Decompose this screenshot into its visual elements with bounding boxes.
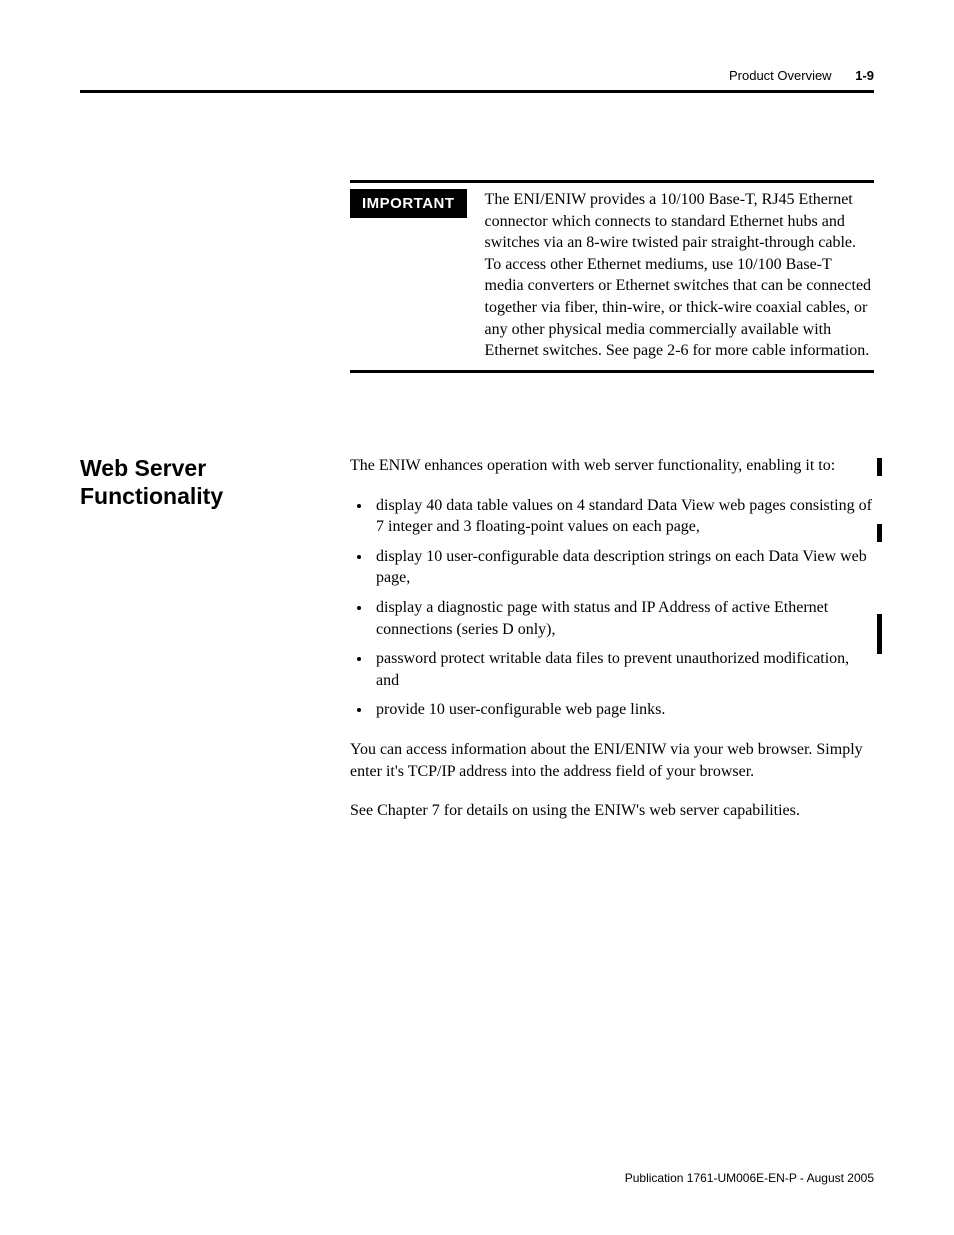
change-bar-icon xyxy=(877,524,882,542)
body-column: The ENIW enhances operation with web ser… xyxy=(350,455,874,840)
important-text: The ENI/ENIW provides a 10/100 Base-T, R… xyxy=(485,189,874,362)
header-page-number: 1-9 xyxy=(855,68,874,83)
body-paragraph: You can access information about the ENI… xyxy=(350,739,874,782)
list-item: display 10 user-configurable data descri… xyxy=(372,546,874,589)
list-item: password protect writable data files to … xyxy=(372,648,874,691)
feature-list: display 40 data table values on 4 standa… xyxy=(372,495,874,721)
list-item: display 40 data table values on 4 standa… xyxy=(372,495,874,538)
body-paragraph: See Chapter 7 for details on using the E… xyxy=(350,800,874,822)
header-section: Product Overview xyxy=(729,68,832,83)
list-item: display a diagnostic page with status an… xyxy=(372,597,874,640)
list-item: provide 10 user-configurable web page li… xyxy=(372,699,874,721)
page-header: Product Overview 1-9 xyxy=(729,68,874,83)
section-heading: Web Server Functionality xyxy=(80,455,340,510)
important-bottom-rule xyxy=(350,370,874,373)
change-bar-icon xyxy=(877,614,882,654)
change-bar-icon xyxy=(877,458,882,476)
intro-paragraph: The ENIW enhances operation with web ser… xyxy=(350,455,874,477)
important-callout: IMPORTANT The ENI/ENIW provides a 10/100… xyxy=(350,180,874,373)
important-label: IMPORTANT xyxy=(350,189,467,218)
header-rule xyxy=(80,90,874,93)
important-top-rule xyxy=(350,180,874,183)
footer-publication: Publication 1761-UM006E-EN-P - August 20… xyxy=(625,1171,874,1185)
